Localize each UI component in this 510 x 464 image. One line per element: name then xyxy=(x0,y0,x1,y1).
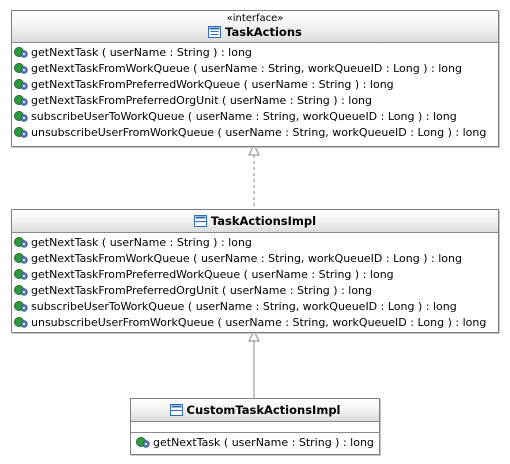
operation-signature: getNextTask ( userName : String ) : long xyxy=(153,435,374,449)
class-header: TaskActionsImpl xyxy=(12,210,498,233)
public-operation-icon xyxy=(136,437,150,448)
public-operation-icon xyxy=(14,63,28,74)
operation-row[interactable]: getNextTaskFromPreferredWorkQueue ( user… xyxy=(14,266,498,282)
operation-row[interactable]: getNextTaskFromPreferredOrgUnit ( userNa… xyxy=(14,92,498,108)
public-operation-icon xyxy=(14,237,28,248)
operation-signature: getNextTaskFromPreferredWorkQueue ( user… xyxy=(31,77,394,91)
public-operation-icon xyxy=(14,301,28,312)
operation-row[interactable]: getNextTask ( userName : String ) : long xyxy=(136,434,379,450)
operation-row[interactable]: unsubscribeUserFromWorkQueue ( userName … xyxy=(14,314,498,330)
interface-icon xyxy=(208,26,222,38)
operation-row[interactable]: getNextTask ( userName : String ) : long xyxy=(14,44,498,60)
attributes-compartment xyxy=(131,422,379,433)
operation-row[interactable]: getNextTask ( userName : String ) : long xyxy=(14,234,498,250)
public-operation-icon xyxy=(14,79,28,90)
interface-header: «interface» TaskActions xyxy=(12,11,498,43)
operation-row[interactable]: getNextTaskFromWorkQueue ( userName : St… xyxy=(14,250,498,266)
class-icon xyxy=(193,215,207,227)
public-operation-icon xyxy=(14,317,28,328)
class-header: CustomTaskActionsImpl xyxy=(131,399,379,422)
operation-signature: getNextTaskFromWorkQueue ( userName : St… xyxy=(31,61,462,75)
operation-signature: unsubscribeUserFromWorkQueue ( userName … xyxy=(31,125,487,139)
operation-signature: getNextTaskFromPreferredOrgUnit ( userNa… xyxy=(31,93,373,107)
public-operation-icon xyxy=(14,285,28,296)
class-name: TaskActions xyxy=(225,25,302,39)
class-box-customtaskactionsimpl[interactable]: CustomTaskActionsImpl getNextTask ( user… xyxy=(130,398,380,455)
operation-signature: subscribeUserToWorkQueue ( userName : St… xyxy=(31,109,457,123)
operation-row[interactable]: getNextTaskFromPreferredOrgUnit ( userNa… xyxy=(14,282,498,298)
operation-signature: getNextTask ( userName : String ) : long xyxy=(31,235,252,249)
operation-row[interactable]: subscribeUserToWorkQueue ( userName : St… xyxy=(14,108,498,124)
operation-row[interactable]: subscribeUserToWorkQueue ( userName : St… xyxy=(14,298,498,314)
operation-signature: getNextTaskFromPreferredOrgUnit ( userNa… xyxy=(31,283,373,297)
operation-signature: getNextTaskFromPreferredWorkQueue ( user… xyxy=(31,267,394,281)
operation-signature: getNextTaskFromWorkQueue ( userName : St… xyxy=(31,251,462,265)
operation-signature: subscribeUserToWorkQueue ( userName : St… xyxy=(31,299,457,313)
class-box-taskactionsimpl[interactable]: TaskActionsImpl getNextTask ( userName :… xyxy=(11,209,499,333)
class-name: CustomTaskActionsImpl xyxy=(186,403,341,417)
public-operation-icon xyxy=(14,47,28,58)
operations-compartment: getNextTask ( userName : String ) : long… xyxy=(12,43,498,142)
operation-row[interactable]: getNextTaskFromPreferredWorkQueue ( user… xyxy=(14,76,498,92)
interface-box-taskactions[interactable]: «interface» TaskActions getNextTask ( us… xyxy=(11,10,499,147)
class-icon xyxy=(169,404,183,416)
public-operation-icon xyxy=(14,95,28,106)
operations-compartment: getNextTask ( userName : String ) : long… xyxy=(12,233,498,332)
class-name: TaskActionsImpl xyxy=(210,214,317,228)
public-operation-icon xyxy=(14,253,28,264)
operation-signature: unsubscribeUserFromWorkQueue ( userName … xyxy=(31,315,487,329)
stereotype-label: «interface» xyxy=(226,13,284,24)
public-operation-icon xyxy=(14,111,28,122)
operations-compartment: getNextTask ( userName : String ) : long xyxy=(131,433,379,452)
operation-row[interactable]: unsubscribeUserFromWorkQueue ( userName … xyxy=(14,124,498,140)
public-operation-icon xyxy=(14,269,28,280)
operation-signature: getNextTask ( userName : String ) : long xyxy=(31,45,252,59)
public-operation-icon xyxy=(14,127,28,138)
operation-row[interactable]: getNextTaskFromWorkQueue ( userName : St… xyxy=(14,60,498,76)
